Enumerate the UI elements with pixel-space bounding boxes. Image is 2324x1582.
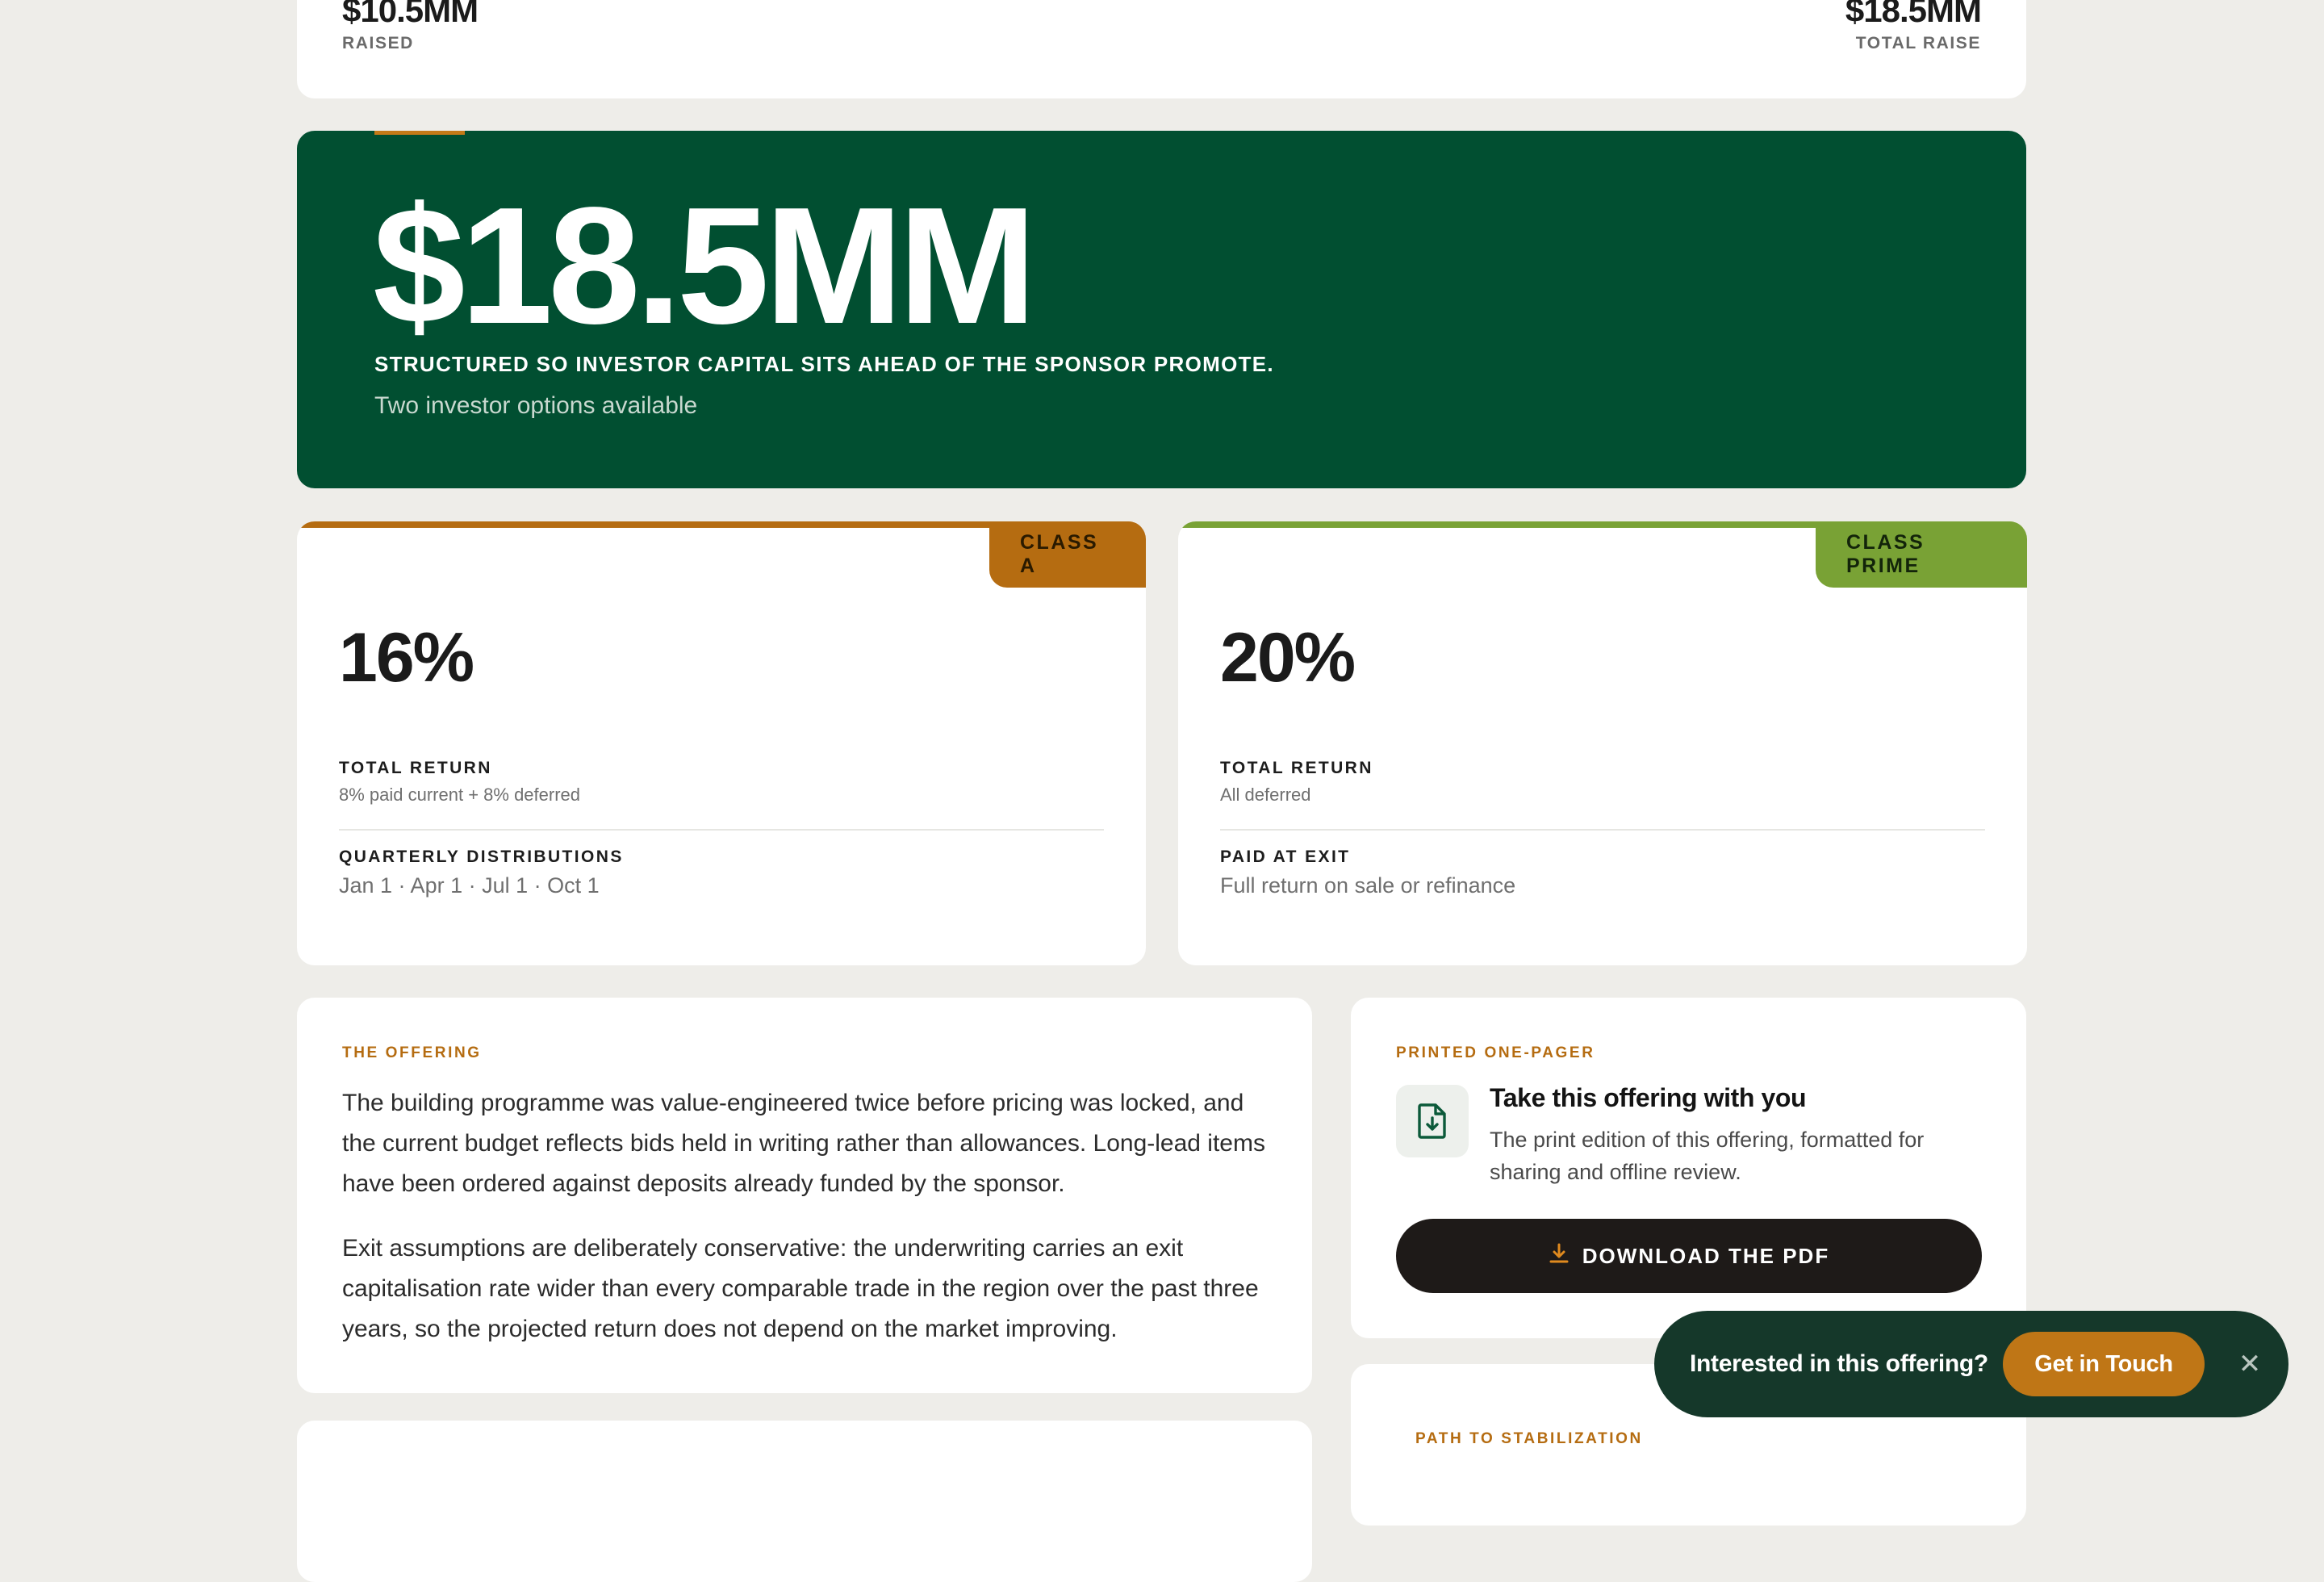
hero-card: $18.5MM STRUCTURED SO INVESTOR CAPITAL S… — [297, 131, 2026, 488]
total-raise-value: $18.5MM — [1845, 0, 1982, 29]
hero-accent-bar — [374, 131, 465, 135]
raise-summary-card: $10.5MM RAISED $18.5MM TOTAL RAISE — [297, 0, 2026, 98]
total-raise-stat: $18.5MM TOTAL RAISE — [1845, 0, 1982, 53]
class-a-card: CLASS A 16% TOTAL RETURN 8% paid current… — [297, 521, 1146, 965]
close-icon[interactable]: ✕ — [2232, 1346, 2268, 1382]
path-eyebrow: PATH TO STABILIZATION — [1415, 1430, 1643, 1447]
one-pager-description: The print edition of this offering, form… — [1490, 1128, 1925, 1184]
cta-text: Interested in this offering? — [1690, 1350, 1988, 1377]
class-prime-tag: CLASS PRIME — [1816, 521, 2027, 588]
one-pager-card: PRINTED ONE-PAGER Take this offering wit… — [1351, 998, 2026, 1338]
class-a-return-pct: 16% — [339, 619, 474, 697]
download-pdf-button[interactable]: DOWNLOAD THE PDF — [1396, 1219, 1982, 1293]
class-prime-card: CLASS PRIME 20% TOTAL RETURN All deferre… — [1178, 521, 2027, 965]
offering-eyebrow: THE OFFERING — [342, 1044, 482, 1061]
total-raise-label: TOTAL RAISE — [1855, 34, 1981, 52]
class-prime-row1-sub: All deferred — [1220, 785, 1311, 805]
class-a-divider — [339, 829, 1104, 831]
one-pager-eyebrow: PRINTED ONE-PAGER — [1396, 1044, 1595, 1061]
class-prime-row1-title: TOTAL RETURN — [1220, 759, 1373, 777]
hero-tagline: STRUCTURED SO INVESTOR CAPITAL SITS AHEA… — [374, 352, 1274, 376]
one-pager-title: Take this offering with you — [1490, 1083, 1807, 1112]
class-prime-row2-title: PAID AT EXIT — [1220, 848, 1351, 866]
class-prime-divider — [1220, 829, 1985, 831]
raised-label: RAISED — [342, 34, 414, 52]
offering-paragraph-2: Exit assumptions are deliberately conser… — [342, 1235, 1259, 1342]
next-section-card — [297, 1421, 1312, 1582]
raised-value: $10.5MM — [342, 0, 479, 29]
offering-card: THE OFFERING The building programme was … — [297, 998, 1312, 1393]
class-a-row1-sub: 8% paid current + 8% deferred — [339, 785, 581, 805]
class-a-row2-sub: Jan 1 · Apr 1 · Jul 1 · Oct 1 — [339, 873, 600, 898]
get-in-touch-button[interactable]: Get in Touch — [2003, 1332, 2205, 1396]
class-prime-return-pct: 20% — [1220, 619, 1356, 697]
offering-paragraph-1: The building programme was value-enginee… — [342, 1090, 1265, 1197]
file-download-icon — [1396, 1085, 1469, 1157]
interest-cta-bar: Interested in this offering? Get in Touc… — [1654, 1311, 2288, 1417]
raised-stat: $10.5MM RAISED — [342, 0, 479, 53]
class-a-row2-title: QUARTERLY DISTRIBUTIONS — [339, 848, 624, 866]
class-prime-row2-sub: Full return on sale or refinance — [1220, 873, 1516, 898]
download-pdf-label: DOWNLOAD THE PDF — [1582, 1243, 1830, 1268]
class-a-tag: CLASS A — [989, 521, 1146, 588]
class-a-row1-title: TOTAL RETURN — [339, 759, 492, 777]
download-icon — [1549, 1242, 1570, 1270]
hero-amount: $18.5MM — [373, 173, 1037, 358]
hero-subtitle: Two investor options available — [374, 392, 698, 419]
